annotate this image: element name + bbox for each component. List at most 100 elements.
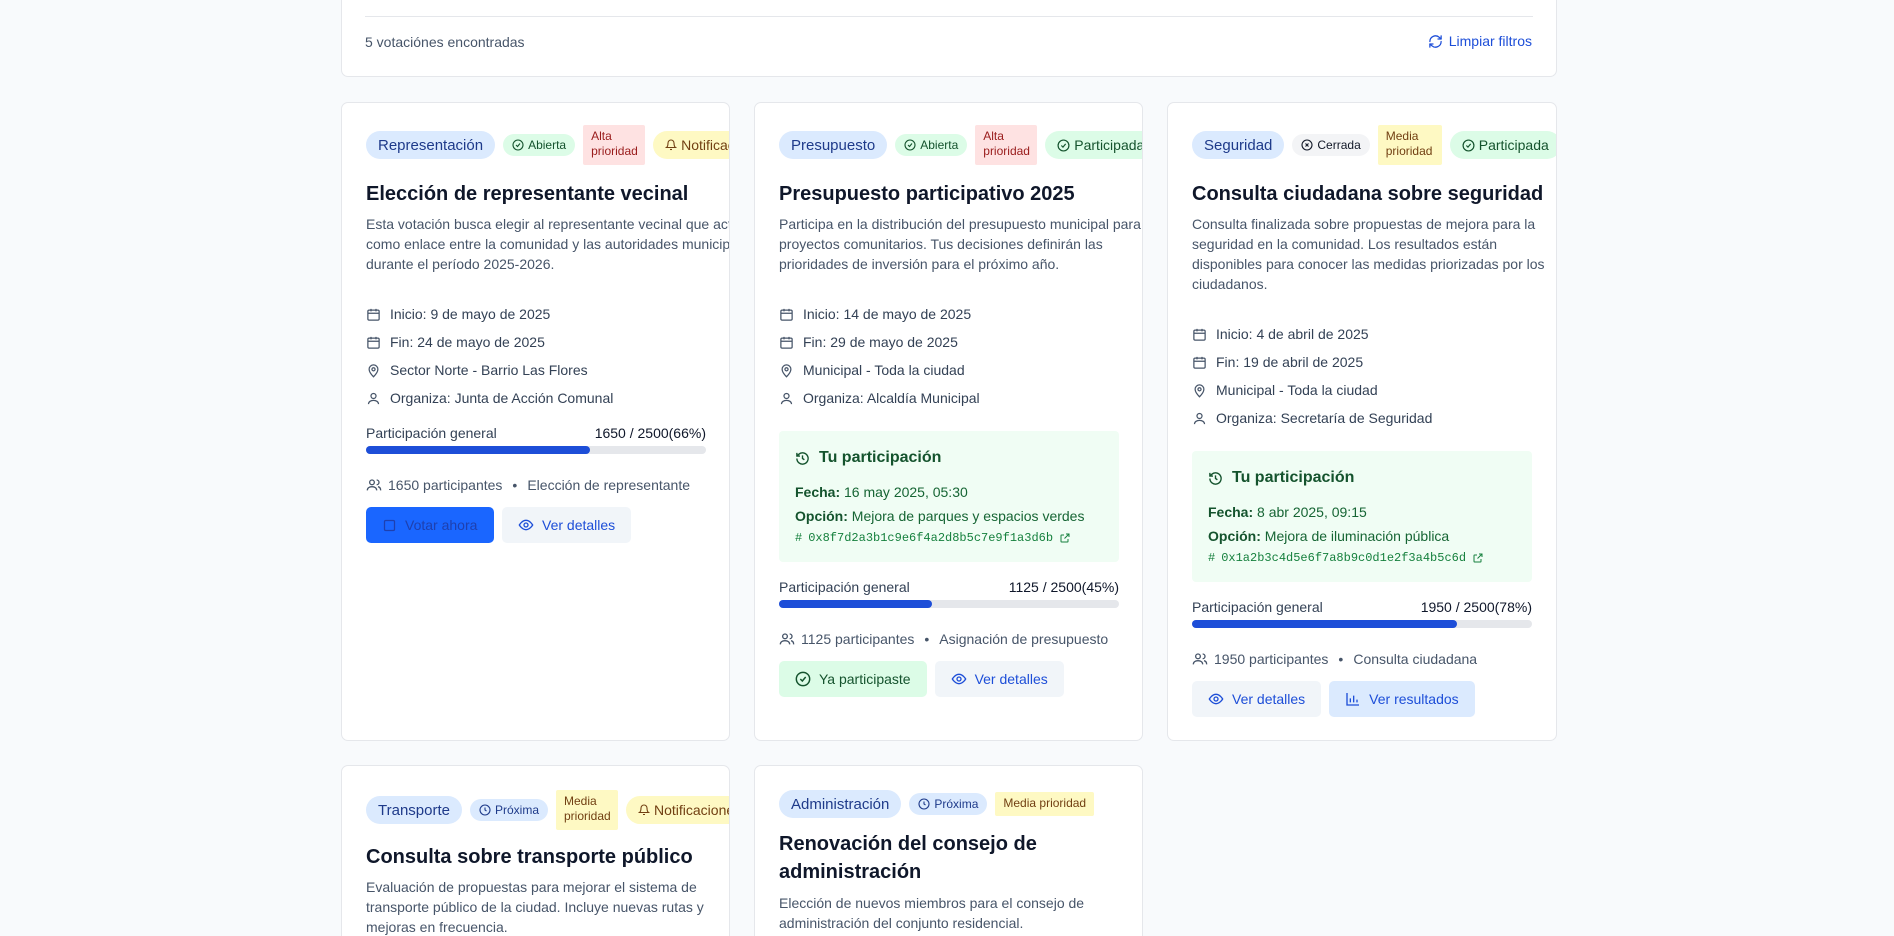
start-date: Inicio: 9 de mayo de 2025 — [390, 306, 551, 322]
participation-option: Mejora de parques y espacios verdes — [851, 508, 1085, 524]
notifications-badge[interactable]: Notificaciones — [653, 131, 729, 159]
my-participation-panel: Tu participación Fecha: 8 abr 2025, 09:1… — [1192, 451, 1532, 582]
bell-icon — [638, 804, 650, 816]
priority-badge: Media prioridad — [1377, 125, 1442, 165]
card-description: Consulta finalizada sobre propuestas de … — [1192, 216, 1545, 292]
hash-icon: # — [795, 531, 803, 545]
notifications-badge[interactable]: Notificaciones — [626, 796, 729, 824]
voting-card: Transporte Próxima Media prioridad Notif… — [341, 765, 730, 936]
transaction-hash: 0x1a2b3c4d5e6f7a8b9c0d1e2f3a4b5c6d — [1221, 551, 1467, 565]
end-date: Fin: 24 de mayo de 2025 — [390, 334, 545, 350]
participation-date: 8 abr 2025, 09:15 — [1257, 504, 1367, 520]
results-bar: 5 votaciónes encontradas Limpiar filtros — [341, 0, 1557, 77]
organizer: Organiza: Secretaría de Seguridad — [1216, 410, 1433, 426]
transaction-hash: 0x8f7d2a3b1c9e6f4a2d8b5c7e9f1a3d6b — [808, 531, 1054, 545]
view-details-button[interactable]: Ver detalles — [1192, 681, 1322, 717]
vote-type: Elección de representante — [527, 477, 690, 493]
progress-value: 1950 / 2500(78%) — [1420, 599, 1532, 615]
participants-count: 1125 participantes — [801, 631, 915, 647]
start-date: Inicio: 14 de mayo de 2025 — [803, 306, 972, 322]
participated-badge: Participada — [1045, 131, 1142, 159]
voting-card: Presupuesto Abierta Alta prioridad Parti… — [754, 102, 1143, 741]
calendar-icon — [780, 308, 793, 321]
progress-value: 1125 / 2500(45%) — [1008, 579, 1119, 595]
category-badge: Transporte — [366, 796, 462, 824]
vote-icon — [383, 519, 396, 531]
calendar-icon — [367, 336, 380, 349]
participated-badge: Participada — [1449, 131, 1556, 159]
end-date: Fin: 29 de mayo de 2025 — [803, 334, 958, 350]
check-circle-icon — [1057, 138, 1070, 152]
card-info: Inicio: 4 de abril de 2025 Fin: 19 de ab… — [1192, 320, 1432, 432]
category-badge: Representación — [366, 131, 496, 159]
priority-badge: Alta prioridad — [583, 125, 646, 165]
location: Municipal - Toda la ciudad — [803, 362, 965, 378]
view-details-button[interactable]: Ver detalles — [502, 507, 632, 543]
category-badge: Seguridad — [1192, 131, 1285, 159]
calendar-icon — [1193, 328, 1206, 341]
start-date: Inicio: 4 de abril de 2025 — [1216, 326, 1369, 342]
progress-fill — [366, 446, 591, 454]
external-link-icon[interactable] — [1472, 552, 1484, 564]
view-results-button[interactable]: Ver resultados — [1329, 681, 1475, 717]
card-info: Inicio: 14 de mayo de 2025 Fin: 29 de ma… — [779, 300, 980, 412]
vote-now-button[interactable]: Votar ahora — [366, 507, 494, 543]
priority-badge: Media prioridad — [556, 790, 618, 830]
progress-label: Participación general — [779, 579, 910, 595]
bell-icon — [665, 139, 678, 151]
priority-badge: Alta prioridad — [975, 125, 1038, 165]
badge-row: Seguridad Cerrada Media prioridad Partic… — [1192, 125, 1556, 165]
status-badge: Próxima — [469, 799, 548, 821]
status-badge: Próxima — [909, 793, 988, 815]
card-meta: 1950 participantes • Consulta ciudadana — [1192, 651, 1477, 667]
check-circle-icon — [795, 671, 811, 687]
badge-row: Presupuesto Abierta Alta prioridad Parti… — [779, 125, 1142, 165]
users-icon — [1192, 653, 1208, 665]
map-pin-icon — [1194, 383, 1205, 398]
card-description: Elección de nuevos miembros para el cons… — [779, 895, 1085, 931]
card-title: Consulta sobre transporte público — [366, 846, 693, 868]
location: Sector Norte - Barrio Las Flores — [390, 362, 588, 378]
my-participation-panel: Tu participación Fecha: 16 may 2025, 05:… — [779, 431, 1119, 562]
location: Municipal - Toda la ciudad — [1216, 382, 1378, 398]
participation-progress: Participación general 1650 / 2500(66%) — [366, 425, 706, 455]
clear-filters-button[interactable]: Limpiar filtros — [1428, 33, 1532, 49]
check-circle-icon — [1462, 138, 1475, 152]
status-badge: Cerrada — [1292, 134, 1370, 156]
calendar-icon — [780, 336, 793, 349]
check-circle-icon — [904, 139, 916, 151]
already-participated-button[interactable]: Ya participaste — [779, 661, 927, 697]
participants-count: 1650 participantes — [388, 477, 503, 493]
clock-icon — [479, 804, 491, 816]
users-icon — [779, 633, 795, 645]
card-description: Evaluación de propuestas para mejorar el… — [366, 879, 704, 935]
category-badge: Presupuesto — [779, 131, 888, 159]
eye-icon — [951, 673, 967, 685]
badge-row: Representación Abierta Alta prioridad No… — [366, 125, 729, 165]
calendar-icon — [367, 308, 380, 321]
results-count: 5 votaciónes encontradas — [365, 34, 525, 50]
card-title: Presupuesto participativo 2025 — [779, 183, 1075, 205]
eye-icon — [1208, 693, 1224, 705]
map-pin-icon — [781, 363, 792, 378]
clock-icon — [918, 798, 930, 810]
participation-title: Tu participación — [1232, 469, 1355, 486]
progress-fill — [1192, 620, 1458, 628]
check-circle-icon — [512, 139, 524, 151]
priority-badge: Media prioridad — [995, 792, 1095, 816]
card-title: Renovación del consejo de administración — [779, 833, 1037, 883]
view-details-button[interactable]: Ver detalles — [934, 661, 1064, 697]
refresh-icon — [1429, 34, 1442, 48]
status-badge: Abierta — [503, 134, 576, 156]
participants-count: 1950 participantes — [1214, 651, 1329, 667]
card-info: Inicio: 9 de mayo de 2025 Fin: 24 de may… — [366, 300, 613, 412]
card-actions: Ver detalles Ver resultados — [1192, 681, 1475, 717]
history-icon — [1209, 471, 1222, 485]
progress-fill — [779, 600, 932, 608]
participation-title: Tu participación — [819, 449, 942, 466]
user-icon — [367, 392, 380, 404]
external-link-icon[interactable] — [1059, 532, 1071, 544]
bar-chart-icon — [1346, 693, 1360, 706]
x-circle-icon — [1301, 139, 1313, 151]
user-icon — [1193, 412, 1206, 424]
